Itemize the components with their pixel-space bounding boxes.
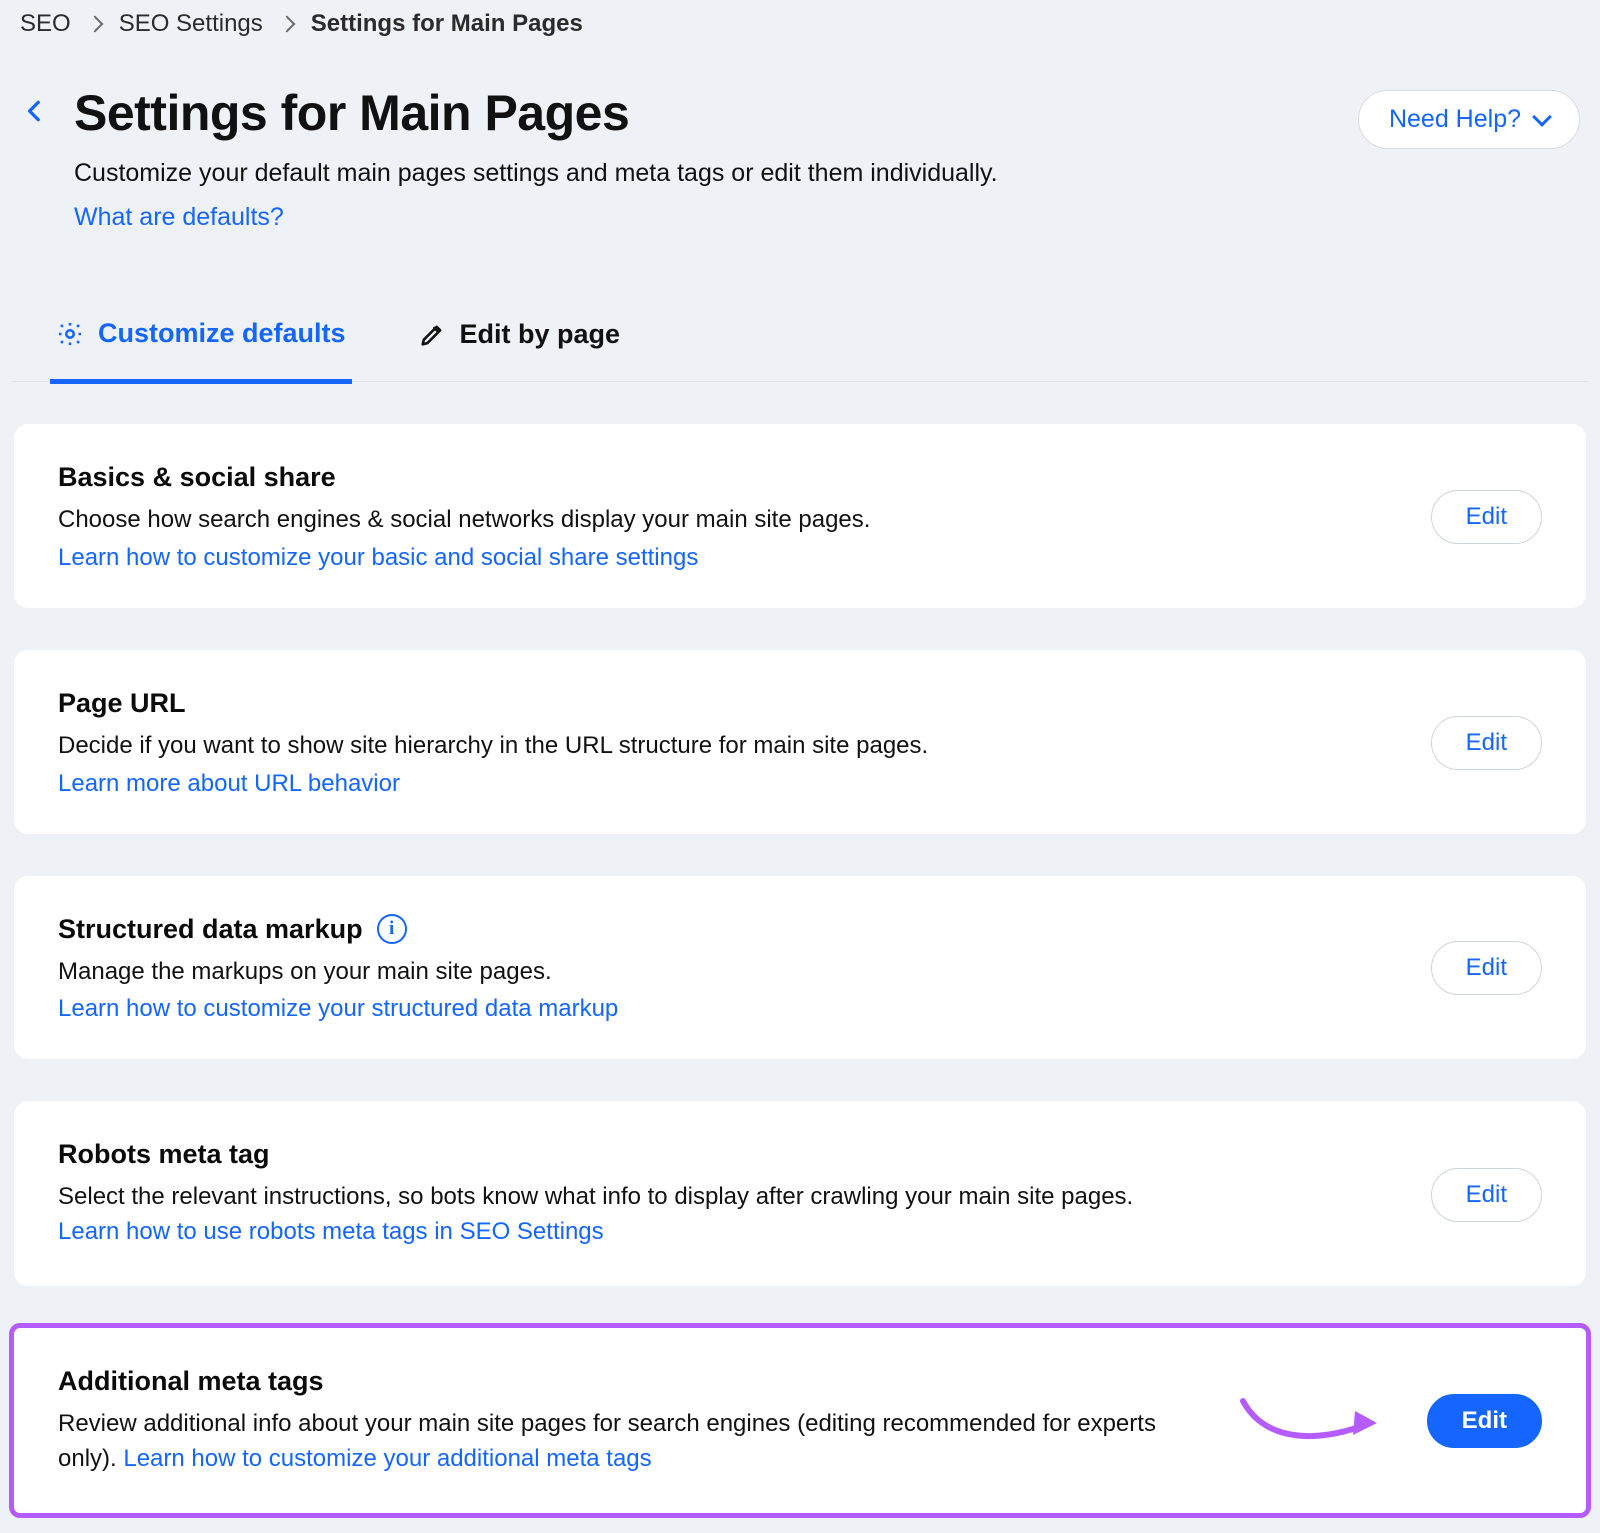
annotation-arrow-icon	[1237, 1391, 1387, 1451]
card-description: Select the relevant instructions, so bot…	[58, 1180, 1158, 1250]
card-additional-meta-tags: Additional meta tags Review additional i…	[14, 1328, 1586, 1513]
card-page-url: Page URL Decide if you want to show site…	[14, 650, 1586, 834]
tab-label: Customize defaults	[98, 318, 346, 349]
breadcrumb-seo[interactable]: SEO	[20, 10, 71, 38]
card-description: Decide if you want to show site hierarch…	[58, 729, 1158, 764]
what-are-defaults-link[interactable]: What are defaults?	[74, 203, 284, 232]
chevron-down-icon	[1532, 107, 1552, 127]
card-basics-social-share: Basics & social share Choose how search …	[14, 424, 1586, 608]
pencil-icon	[418, 321, 446, 349]
breadcrumb-current: Settings for Main Pages	[311, 10, 583, 38]
card-title: Robots meta tag	[58, 1139, 270, 1170]
tab-edit-by-page[interactable]: Edit by page	[412, 305, 627, 380]
edit-button[interactable]: Edit	[1431, 490, 1542, 544]
card-title: Structured data markup	[58, 914, 363, 945]
card-learn-link[interactable]: Learn how to use robots meta tags in SEO…	[58, 1218, 604, 1245]
tab-label: Edit by page	[460, 319, 621, 350]
chevron-right-icon	[278, 16, 295, 33]
edit-button[interactable]: Edit	[1431, 1168, 1542, 1222]
card-learn-link[interactable]: Learn how to customize your structured d…	[58, 995, 618, 1023]
page-subtitle: Customize your default main pages settin…	[74, 156, 1332, 191]
card-title: Page URL	[58, 688, 186, 719]
breadcrumb: SEO SEO Settings Settings for Main Pages	[12, 0, 1588, 56]
need-help-button[interactable]: Need Help?	[1358, 90, 1580, 149]
edit-button[interactable]: Edit	[1427, 1394, 1542, 1448]
info-icon[interactable]: i	[377, 914, 407, 944]
breadcrumb-seo-settings[interactable]: SEO Settings	[119, 10, 263, 38]
card-learn-link[interactable]: Learn more about URL behavior	[58, 770, 400, 798]
card-learn-link[interactable]: Learn how to customize your additional m…	[123, 1445, 651, 1472]
chevron-right-icon	[86, 16, 103, 33]
card-learn-link[interactable]: Learn how to customize your basic and so…	[58, 544, 698, 572]
card-structured-data-markup: Structured data markup i Manage the mark…	[14, 876, 1586, 1060]
card-robots-meta-tag: Robots meta tag Select the relevant inst…	[14, 1101, 1586, 1286]
tab-customize-defaults[interactable]: Customize defaults	[50, 304, 352, 384]
card-description: Review additional info about your main s…	[58, 1407, 1158, 1477]
page-title: Settings for Main Pages	[74, 84, 1332, 142]
card-description: Choose how search engines & social netwo…	[58, 503, 1158, 538]
need-help-label: Need Help?	[1389, 105, 1521, 134]
edit-button[interactable]: Edit	[1431, 716, 1542, 770]
tabs: Customize defaults Edit by page	[12, 304, 1588, 382]
card-title: Additional meta tags	[58, 1366, 324, 1397]
card-title: Basics & social share	[58, 462, 336, 493]
edit-button[interactable]: Edit	[1431, 941, 1542, 995]
card-description: Manage the markups on your main site pag…	[58, 955, 1158, 990]
back-button[interactable]	[22, 98, 48, 124]
gear-icon	[56, 320, 84, 348]
